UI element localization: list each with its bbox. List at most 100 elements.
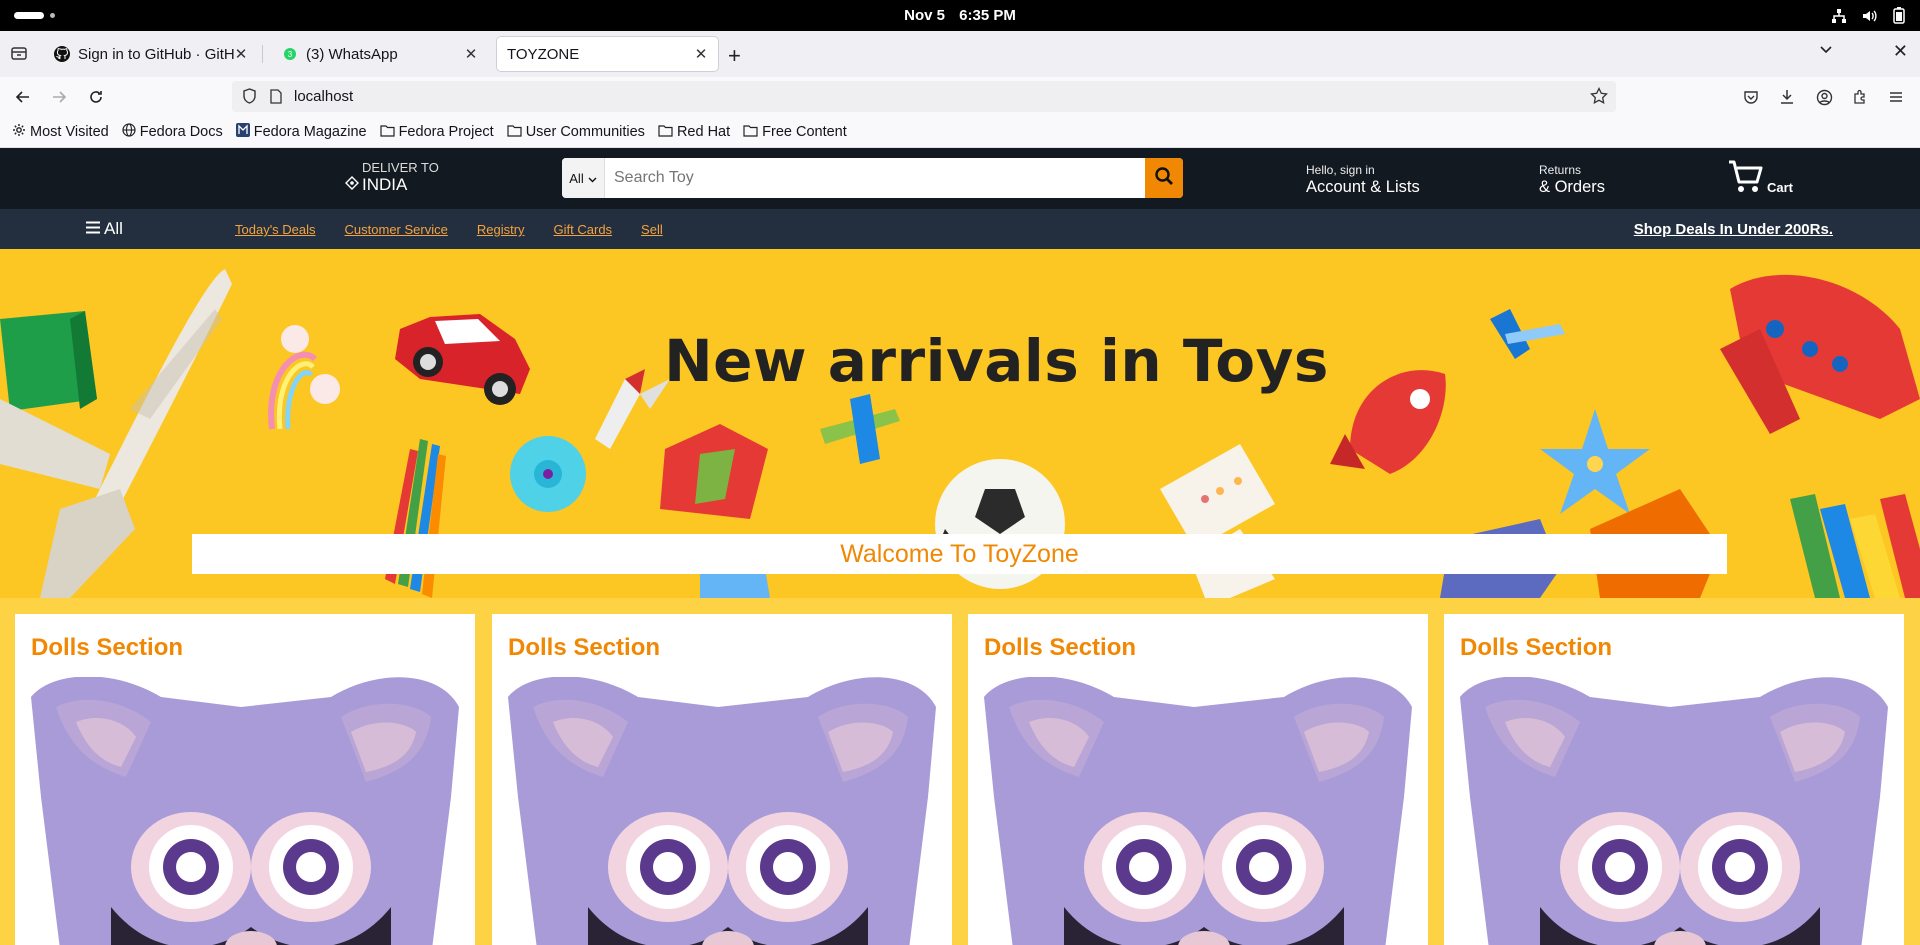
url-text[interactable]: localhost	[294, 88, 353, 105]
list-all-tabs-icon[interactable]	[1818, 41, 1834, 62]
plush-raccoon-image[interactable]	[31, 677, 459, 945]
tab-github[interactable]: Sign in to GitHub · GitHub ✕	[44, 37, 258, 71]
bookmark-label: Fedora Docs	[139, 124, 223, 140]
account-icon[interactable]	[1814, 87, 1834, 107]
tab-toyzone[interactable]: TOYZONE ✕	[497, 37, 718, 71]
section-card[interactable]: Dolls Section	[15, 614, 475, 945]
folder-icon	[507, 124, 522, 141]
search-button[interactable]	[1145, 158, 1183, 198]
fedora-magazine-icon	[235, 123, 250, 141]
account-lists[interactable]: Hello, sign in Account & Lists	[1306, 163, 1420, 197]
section-title: Dolls Section	[31, 634, 184, 661]
reload-button[interactable]	[85, 86, 107, 108]
bookmark-user-communities[interactable]: User Communities	[507, 124, 645, 141]
menu-icon[interactable]	[1886, 87, 1906, 107]
crayons	[1790, 494, 1920, 598]
bookmark-star-icon[interactable]	[1590, 86, 1608, 110]
nav-link-todays-deals[interactable]: Today's Deals	[235, 222, 316, 237]
section-title: Dolls Section	[508, 634, 661, 661]
bookmark-red-hat[interactable]: Red Hat	[658, 124, 730, 141]
forward-button[interactable]	[48, 86, 70, 108]
github-icon	[54, 46, 70, 62]
product-sections: Dolls Section Dolls Section Dolls Sectio…	[0, 598, 1920, 945]
navigation-toolbar: localhost	[0, 77, 1920, 117]
plush-raccoon-image[interactable]	[984, 677, 1412, 945]
address-bar[interactable]: localhost	[232, 81, 1616, 112]
nav-link-sell[interactable]: Sell	[641, 222, 663, 237]
downloads-icon[interactable]	[1777, 87, 1797, 107]
gear-icon	[12, 123, 26, 141]
bookmark-fedora-magazine[interactable]: Fedora Magazine	[235, 123, 367, 141]
new-tab-button[interactable]: +	[728, 43, 741, 69]
plush-raccoon-image[interactable]	[1460, 677, 1888, 945]
hero-title: New arrivals in Toys	[664, 327, 1329, 395]
close-tab-icon[interactable]: ✕	[694, 45, 708, 63]
deliver-to[interactable]: DELIVER TO INDIA	[345, 160, 439, 195]
back-button[interactable]	[12, 86, 34, 108]
window-close-icon[interactable]: ✕	[1893, 41, 1908, 62]
search-category-select[interactable]: All	[562, 158, 605, 198]
account-label: Account & Lists	[1306, 178, 1420, 196]
bookmark-label: User Communities	[525, 124, 645, 140]
bookmark-label: Free Content	[762, 124, 847, 140]
bookmarks-toolbar: Most Visited Fedora Docs Fedora Magazine…	[0, 117, 1920, 148]
bookmark-fedora-docs[interactable]: Fedora Docs	[122, 123, 223, 141]
location-pin-icon	[345, 175, 359, 195]
welcome-banner: Walcome To ToyZone	[192, 534, 1727, 574]
os-clock[interactable]: Nov 5 6:35 PM	[0, 7, 1920, 24]
flower-gear-toy	[510, 436, 586, 512]
deliver-label: DELIVER TO	[362, 160, 439, 175]
all-menu-label: All	[104, 219, 123, 238]
cart-label: Cart	[1767, 180, 1794, 195]
battery-icon	[1890, 7, 1908, 24]
search-icon	[1154, 166, 1174, 191]
os-time: 6:35 PM	[959, 7, 1016, 24]
whatsapp-icon: 3	[282, 46, 298, 62]
close-tab-icon[interactable]: ✕	[234, 45, 248, 63]
tab-title: (3) WhatsApp	[306, 45, 398, 63]
folder-icon	[743, 124, 758, 141]
hero-banner: New arrivals in Toys Walcome To ToyZone	[0, 249, 1920, 598]
site-header: DELIVER TO INDIA All Hello, sign in Acco…	[0, 148, 1920, 209]
tab-title: Sign in to GitHub · GitHub	[78, 45, 234, 63]
returns-orders[interactable]: Returns & Orders	[1539, 163, 1605, 197]
domino-toys	[1160, 444, 1275, 598]
all-menu-button[interactable]: All	[86, 219, 123, 239]
bookmark-label: Fedora Magazine	[253, 124, 367, 140]
bookmark-label: Fedora Project	[398, 124, 494, 140]
nav-link-customer-service[interactable]: Customer Service	[345, 222, 448, 237]
tab-overview-icon[interactable]	[10, 44, 30, 64]
shield-icon[interactable]	[242, 88, 257, 109]
bookmark-fedora-project[interactable]: Fedora Project	[379, 124, 494, 141]
extensions-icon[interactable]	[1850, 87, 1870, 107]
nav-link-registry[interactable]: Registry	[477, 222, 525, 237]
bookmark-free-content[interactable]: Free Content	[743, 124, 847, 141]
folder-icon	[658, 124, 673, 141]
nav-link-gift-cards[interactable]: Gift Cards	[554, 222, 613, 237]
section-title: Dolls Section	[984, 634, 1137, 661]
section-title: Dolls Section	[1460, 634, 1613, 661]
section-card[interactable]: Dolls Section	[492, 614, 952, 945]
search-input[interactable]	[605, 158, 1145, 198]
section-card[interactable]: Dolls Section	[968, 614, 1428, 945]
section-card[interactable]: Dolls Section	[1444, 614, 1904, 945]
colored-pencils	[385, 439, 446, 598]
globe-icon	[122, 123, 136, 141]
sub-navigation: All Today's Deals Customer Service Regis…	[0, 209, 1920, 249]
folder-icon	[379, 124, 395, 141]
cart-button[interactable]: Cart	[1727, 158, 1793, 199]
tab-title: TOYZONE	[507, 45, 580, 63]
network-icon	[1830, 7, 1848, 24]
tab-whatsapp[interactable]: 3 (3) WhatsApp ✕	[272, 37, 488, 71]
close-tab-icon[interactable]: ✕	[464, 45, 478, 63]
returns-label: Returns	[1539, 163, 1582, 177]
tab-divider	[262, 45, 263, 63]
pocket-icon[interactable]	[1741, 87, 1761, 107]
bookmark-most-visited[interactable]: Most Visited	[12, 123, 109, 141]
system-tray[interactable]	[1830, 7, 1908, 24]
os-top-bar: Nov 5 6:35 PM	[0, 0, 1920, 31]
page-icon[interactable]	[270, 89, 282, 109]
svg-text:3: 3	[288, 50, 293, 59]
deals-banner-link[interactable]: Shop Deals In Under 200Rs.	[1634, 221, 1833, 238]
plush-raccoon-image[interactable]	[508, 677, 936, 945]
